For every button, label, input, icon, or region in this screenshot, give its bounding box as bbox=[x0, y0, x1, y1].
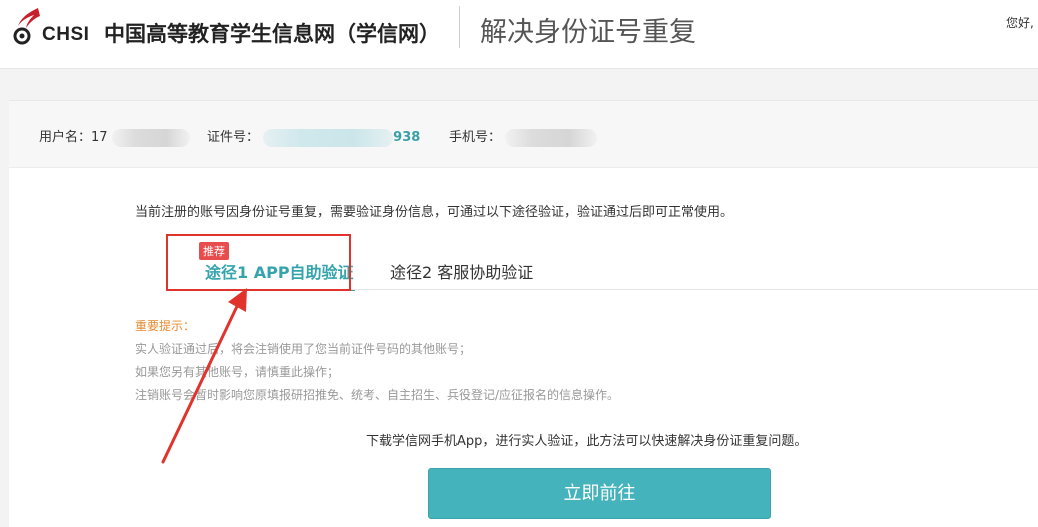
tab-service-verification[interactable]: 途径2 客服协助验证 bbox=[390, 259, 533, 283]
verification-notice: 当前注册的账号因身份证号重复，需要验证身份信息，可通过以下途径验证，验证通过后即… bbox=[135, 205, 734, 220]
phone-info: 手机号： bbox=[449, 126, 598, 147]
phone-redacted bbox=[505, 128, 598, 147]
chsi-logo-icon[interactable] bbox=[8, 6, 42, 46]
id-label: 证件号： bbox=[207, 130, 260, 145]
header-divider bbox=[459, 6, 460, 48]
id-info: 证件号： 938 bbox=[207, 126, 420, 147]
username-label: 用户名： bbox=[39, 130, 92, 145]
logo-text[interactable]: CHSI bbox=[42, 24, 89, 46]
main-panel: 用户名：17 证件号： 938 手机号： 当前注册的账号因身份证号重复，需要验证… bbox=[9, 100, 1038, 527]
download-app-text: 下载学信网手机App，进行实人验证，此方法可以快速解决身份证重复问题。 bbox=[366, 434, 808, 449]
tips-line: 如果您另有其他账号，请慎重此操作； bbox=[135, 365, 340, 379]
username-value: 17 bbox=[91, 130, 108, 145]
site-header: CHSI 中国高等教育学生信息网（学信网） 解决身份证号重复 您好, bbox=[0, 0, 1038, 69]
user-info-bar: 用户名：17 证件号： 938 手机号： bbox=[9, 101, 1038, 168]
tips-line: 注销账号会暂时影响您原填报研招推免、统考、自主招生、兵役登记/应征报名的信息操作… bbox=[135, 388, 620, 402]
id-suffix: 938 bbox=[393, 130, 421, 145]
user-greeting[interactable]: 您好, bbox=[1006, 14, 1034, 31]
id-redacted bbox=[263, 128, 394, 147]
tips-title: 重要提示： bbox=[135, 319, 196, 333]
site-name[interactable]: 中国高等教育学生信息网（学信网） bbox=[104, 18, 440, 48]
tips-line: 实人验证通过后，将会注销使用了您当前证件号码的其他账号； bbox=[135, 342, 472, 356]
phone-label: 手机号： bbox=[449, 130, 502, 145]
username-redacted bbox=[111, 128, 190, 147]
page-title: 解决身份证号重复 bbox=[480, 17, 696, 48]
go-now-button[interactable]: 立即前往 bbox=[428, 468, 771, 519]
important-tips: 重要提示： 实人验证通过后，将会注销使用了您当前证件号码的其他账号； 如果您另有… bbox=[135, 315, 619, 407]
annotation-highlight-box bbox=[166, 234, 351, 291]
username-info: 用户名：17 bbox=[39, 126, 190, 147]
